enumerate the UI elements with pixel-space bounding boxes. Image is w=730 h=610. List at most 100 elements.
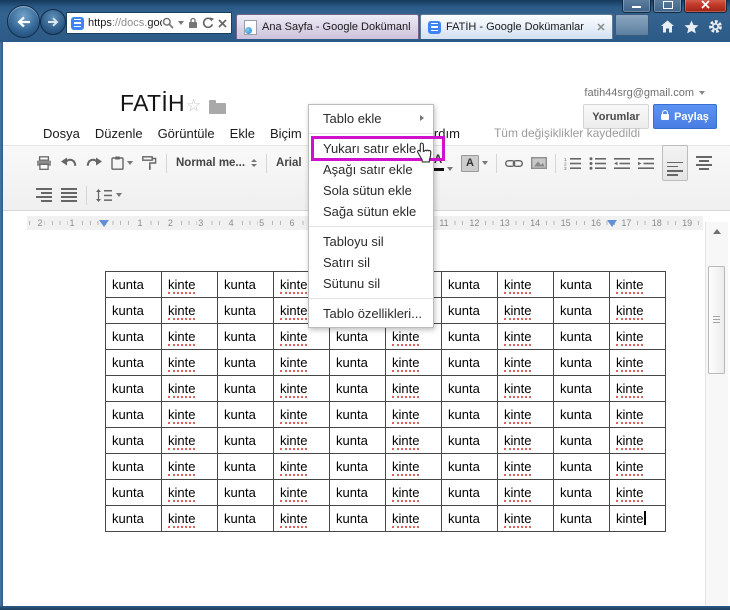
insert-link-icon[interactable] xyxy=(505,159,523,168)
context-menu-item[interactable]: Sola sütun ekle xyxy=(309,180,433,201)
table-cell[interactable]: kinte xyxy=(385,479,442,506)
table-cell[interactable]: kunta xyxy=(329,375,386,402)
context-menu-item[interactable]: Tablo ekle xyxy=(309,108,433,129)
table-cell[interactable]: kinte xyxy=(609,297,666,324)
table-cell[interactable]: kinte xyxy=(609,323,666,350)
table-cell[interactable]: kunta xyxy=(553,271,610,298)
table-cell[interactable]: kinte xyxy=(161,323,218,350)
align-center-icon[interactable] xyxy=(696,156,712,170)
table-cell[interactable]: kinte xyxy=(497,479,554,506)
table-cell[interactable]: kunta xyxy=(441,323,498,350)
table-cell[interactable]: kunta xyxy=(441,453,498,480)
minimize-button[interactable] xyxy=(622,0,651,13)
star-document-icon[interactable]: ☆ xyxy=(186,96,201,116)
context-menu-item[interactable]: Aşağı satır ekle xyxy=(309,159,433,180)
tab-ana-sayfa[interactable]: Ana Sayfa - Google Dokümanlar xyxy=(236,14,419,39)
table-cell[interactable]: kunta xyxy=(217,271,274,298)
line-spacing-button[interactable] xyxy=(96,188,122,202)
table-cell[interactable]: kinte xyxy=(385,401,442,428)
scroll-up-icon[interactable] xyxy=(713,229,721,234)
table-cell[interactable]: kunta xyxy=(217,427,274,454)
table-cell[interactable]: kunta xyxy=(105,271,162,298)
back-button[interactable] xyxy=(7,5,40,38)
table-cell[interactable]: kunta xyxy=(441,375,498,402)
context-menu-item[interactable]: Tablo özellikleri... xyxy=(309,303,433,324)
table-cell[interactable]: kunta xyxy=(217,479,274,506)
table-cell[interactable]: kinte xyxy=(497,427,554,454)
table-cell[interactable]: kunta xyxy=(329,479,386,506)
menubar-item[interactable]: Biçim xyxy=(263,122,309,145)
undo-icon[interactable] xyxy=(61,157,77,169)
table-cell[interactable]: kunta xyxy=(217,401,274,428)
table-cell[interactable]: kinte xyxy=(609,427,666,454)
table-cell[interactable]: kunta xyxy=(329,427,386,454)
table-cell[interactable]: kinte xyxy=(609,349,666,376)
stop-icon[interactable] xyxy=(218,18,227,28)
table-cell[interactable]: kinte xyxy=(609,401,666,428)
table-cell[interactable]: kunta xyxy=(105,453,162,480)
menubar-item[interactable]: Dosya xyxy=(36,122,87,145)
close-button[interactable] xyxy=(684,0,727,13)
table-cell[interactable]: kunta xyxy=(329,349,386,376)
paint-format-icon[interactable] xyxy=(142,156,157,170)
table-cell[interactable]: kunta xyxy=(217,349,274,376)
table-cell[interactable]: kunta xyxy=(105,349,162,376)
menubar-item[interactable]: Görüntüle xyxy=(151,122,222,145)
table-cell[interactable]: kinte xyxy=(609,453,666,480)
account-menu[interactable]: fatih44srg@gmail.com xyxy=(584,87,705,99)
settings-gear-icon[interactable] xyxy=(708,19,723,34)
numbered-list-icon[interactable]: 123 xyxy=(564,157,581,170)
table-cell[interactable]: kunta xyxy=(105,427,162,454)
table-cell[interactable]: kinte xyxy=(497,297,554,324)
table-cell[interactable]: kunta xyxy=(329,401,386,428)
table-cell[interactable]: kunta xyxy=(105,297,162,324)
table-cell[interactable]: kinte xyxy=(161,297,218,324)
table-cell[interactable]: kunta xyxy=(553,375,610,402)
table-cell[interactable]: kunta xyxy=(105,323,162,350)
context-menu-item[interactable]: Sağa sütun ekle xyxy=(309,201,433,222)
table-cell[interactable]: kinte xyxy=(497,375,554,402)
document-title[interactable]: FATİH xyxy=(120,90,185,117)
menubar-item[interactable]: Ekle xyxy=(223,122,262,145)
table-cell[interactable]: kunta xyxy=(217,375,274,402)
table-cell[interactable]: kinte xyxy=(609,375,666,402)
table-cell[interactable]: kunta xyxy=(217,505,274,532)
left-margin-marker[interactable] xyxy=(99,220,109,227)
folder-icon[interactable] xyxy=(209,100,226,114)
address-bar[interactable]: https://docs.goo... xyxy=(66,12,232,34)
table-cell[interactable]: kunta xyxy=(441,427,498,454)
table-cell[interactable]: kinte xyxy=(497,505,554,532)
context-menu-item[interactable]: Satırı sil xyxy=(309,252,433,273)
table-cell[interactable]: kinte xyxy=(161,453,218,480)
scrollbar-thumb[interactable] xyxy=(708,266,725,374)
table-cell[interactable]: kunta xyxy=(441,271,498,298)
print-icon[interactable] xyxy=(36,156,52,170)
table-cell[interactable]: kinte xyxy=(161,349,218,376)
indent-icon[interactable] xyxy=(638,157,654,170)
table-cell[interactable]: kunta xyxy=(553,505,610,532)
table-cell[interactable]: kinte xyxy=(161,505,218,532)
table-cell[interactable]: kinte xyxy=(161,271,218,298)
table-cell[interactable]: kinte xyxy=(385,453,442,480)
favorites-star-icon[interactable] xyxy=(684,20,699,34)
lock-icon[interactable] xyxy=(188,17,198,29)
align-justify-icon[interactable] xyxy=(61,188,77,202)
table-cell[interactable]: kinte xyxy=(385,349,442,376)
maximize-button[interactable] xyxy=(653,0,682,13)
right-margin-marker[interactable] xyxy=(607,220,617,227)
table-cell[interactable]: kunta xyxy=(217,453,274,480)
tab-fatih-active[interactable]: FATİH - Google Dokümanlar xyxy=(420,14,613,39)
table-cell[interactable]: kunta xyxy=(553,427,610,454)
context-menu-item[interactable]: Tabloyu sil xyxy=(309,231,433,252)
table-cell[interactable]: kunta xyxy=(553,479,610,506)
table-cell[interactable]: kinte xyxy=(161,479,218,506)
insert-image-icon[interactable] xyxy=(531,157,547,169)
table-cell[interactable]: kunta xyxy=(441,349,498,376)
table-cell[interactable]: kunta xyxy=(441,297,498,324)
table-cell[interactable]: kunta xyxy=(441,401,498,428)
table-cell[interactable]: kunta xyxy=(105,375,162,402)
table-cell[interactable]: kinte xyxy=(273,505,330,532)
new-tab-button[interactable] xyxy=(615,14,649,36)
table-cell[interactable]: kinte xyxy=(273,401,330,428)
table-cell[interactable]: kinte xyxy=(497,323,554,350)
